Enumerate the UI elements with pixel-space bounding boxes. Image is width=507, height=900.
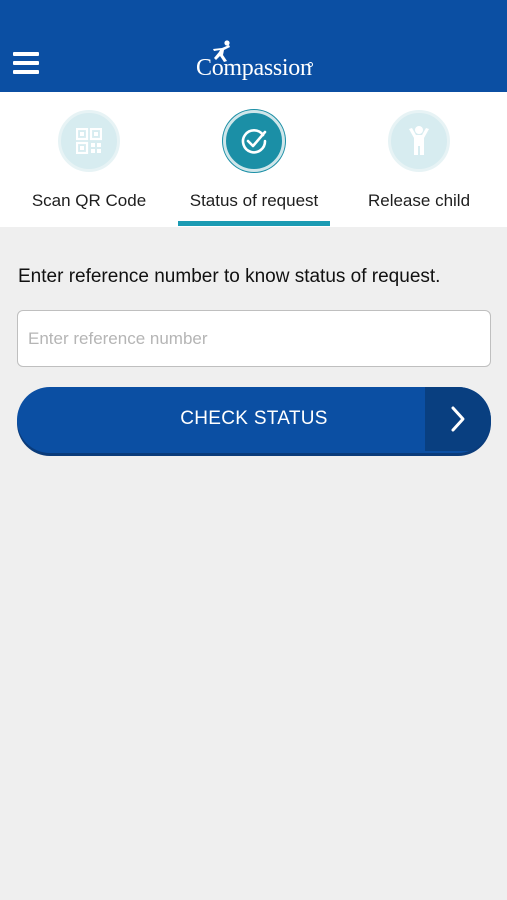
logo-text: Compassion [196, 55, 312, 81]
arrow-box [425, 387, 491, 451]
compassion-logo: Compassion [196, 40, 314, 86]
tab-status-of-request[interactable]: Status of request [170, 92, 338, 227]
app-header: Compassion [0, 0, 507, 92]
tab-icon-circle [58, 110, 120, 172]
tab-icon-circle [388, 110, 450, 172]
tab-label: Status of request [189, 191, 319, 210]
registered-mark [308, 62, 313, 67]
active-tab-indicator [178, 221, 330, 226]
chevron-right-icon [451, 406, 465, 432]
tab-scan-qr-code[interactable]: Scan QR Code [5, 92, 173, 227]
check-status-label: CHECK STATUS [180, 408, 328, 429]
check-status-button[interactable]: CHECK STATUS [17, 387, 491, 453]
reference-number-input[interactable] [17, 310, 491, 367]
child-icon [409, 126, 429, 155]
check-circle-icon [241, 129, 267, 154]
tab-icon-circle [223, 110, 285, 172]
qr-code-icon [76, 128, 102, 154]
tab-release-child[interactable]: Release child [335, 92, 503, 227]
tab-label: Scan QR Code [31, 191, 147, 210]
hamburger-menu-icon[interactable] [13, 52, 39, 74]
tab-label: Release child [367, 191, 471, 210]
tab-bar: Scan QR Code Status of request Release c… [0, 92, 507, 227]
instruction-text: Enter reference number to know status of… [18, 266, 441, 287]
